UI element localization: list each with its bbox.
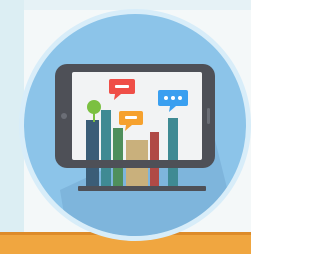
phone-home-button xyxy=(61,113,67,119)
book-beige xyxy=(126,168,148,186)
background-top-strip xyxy=(0,0,251,10)
screen-book-navy xyxy=(86,120,99,160)
green-lamp-stem xyxy=(93,112,95,122)
green-lamp-icon xyxy=(87,100,101,114)
illustration-stage xyxy=(0,0,251,254)
phone-speaker xyxy=(207,108,210,124)
screen-book-teal xyxy=(101,110,111,160)
screen-book-green xyxy=(113,128,123,160)
shelf xyxy=(78,186,206,191)
screen-book-red xyxy=(150,132,159,160)
screen-book-teal-2 xyxy=(168,118,178,160)
screen-book-beige xyxy=(126,140,148,160)
phone-chat-illustration xyxy=(0,0,251,254)
